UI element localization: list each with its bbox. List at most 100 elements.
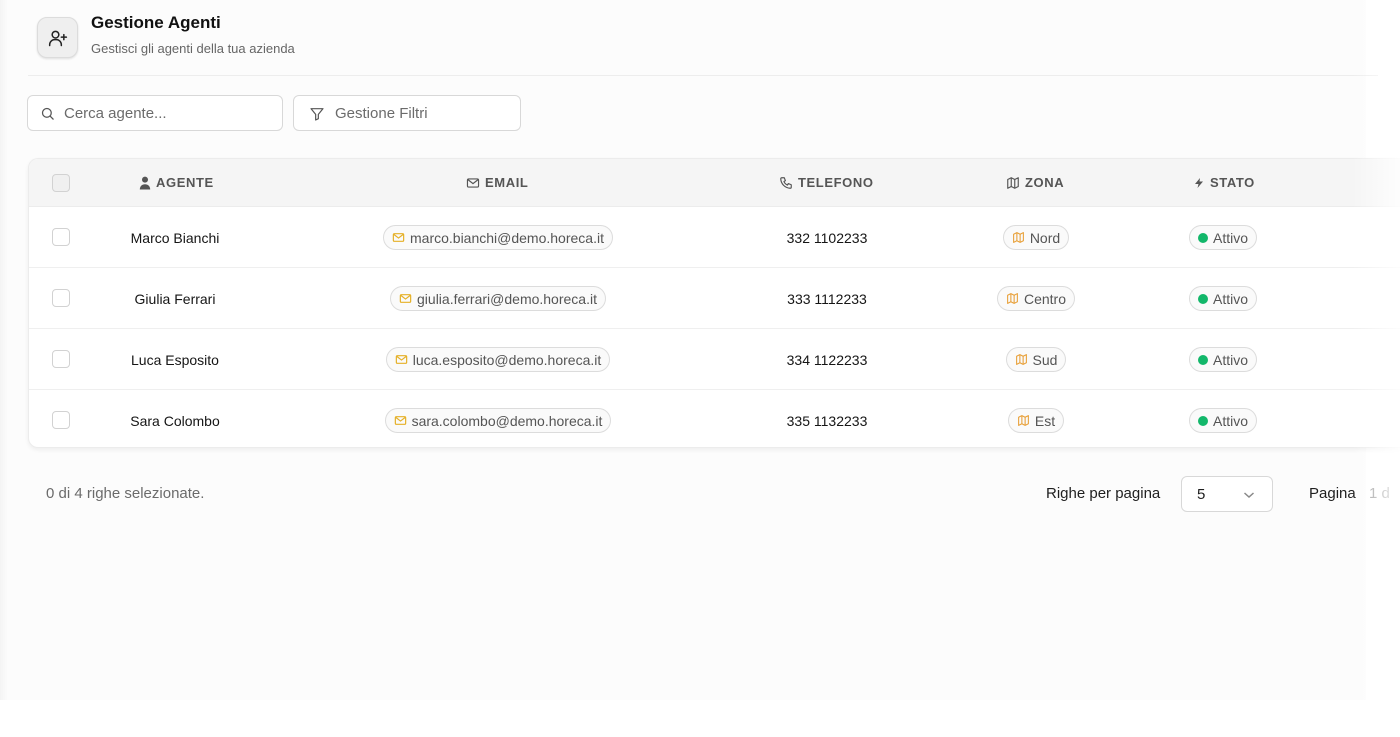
zone-badge: Centro <box>996 286 1076 311</box>
column-header-zona[interactable]: ZONA <box>1006 175 1064 190</box>
status-badge: Attivo <box>1188 347 1257 372</box>
column-header-telefono[interactable]: TELEFONO <box>779 175 874 190</box>
phone-cell: 335 1132233 <box>747 390 907 447</box>
map-icon <box>1007 176 1019 189</box>
status-cell: Attivo <box>1163 207 1283 268</box>
agent-cell: Marco Bianchi <box>95 207 255 268</box>
page-title: Gestione Agenti <box>91 13 221 32</box>
zone-cell: Nord <box>976 207 1096 268</box>
agents-table: AGENTE EMAIL TELEFONO ZONA STATO Marco B… <box>28 158 1400 448</box>
agent-cell: Giulia Ferrari <box>95 268 255 329</box>
email-cell: sara.colombo@demo.horeca.it <box>348 390 648 447</box>
agent-name: Marco Bianchi <box>130 229 220 246</box>
email-text: sara.colombo@demo.horeca.it <box>411 412 603 429</box>
table-header: AGENTE EMAIL TELEFONO ZONA STATO <box>29 159 1400 207</box>
page-number: 1 d <box>1369 485 1390 502</box>
user-plus-icon[interactable] <box>37 17 78 58</box>
table-row[interactable]: Giulia Ferrari giulia.ferrari@demo.horec… <box>29 268 1400 329</box>
status-text: Attivo <box>1212 229 1248 246</box>
column-label: STATO <box>1210 175 1255 190</box>
map-icon <box>1007 293 1018 304</box>
column-label: TELEFONO <box>798 175 874 190</box>
zone-text: Est <box>1034 412 1056 429</box>
zone-cell: Centro <box>976 268 1096 329</box>
phone-cell: 332 1102233 <box>747 207 907 268</box>
zone-badge: Nord <box>1002 225 1070 250</box>
map-icon <box>1017 415 1029 426</box>
zone-badge: Sud <box>1005 347 1067 372</box>
email-badge[interactable]: sara.colombo@demo.horeca.it <box>384 408 612 433</box>
table-row[interactable]: Luca Esposito luca.esposito@demo.horeca.… <box>29 329 1400 390</box>
status-cell: Attivo <box>1163 329 1283 390</box>
rows-per-page-select[interactable]: 5 <box>1181 476 1273 512</box>
mail-icon <box>395 355 407 364</box>
search-box <box>27 95 283 131</box>
status-badge: Attivo <box>1188 408 1257 433</box>
panel-shadow <box>0 0 8 700</box>
column-label: ZONA <box>1025 175 1065 190</box>
filter-button[interactable]: Gestione Filtri <box>293 95 521 131</box>
email-text: luca.esposito@demo.horeca.it <box>412 351 602 368</box>
mail-icon <box>466 177 480 188</box>
mail-icon <box>399 294 412 303</box>
status-dot-icon <box>1197 354 1208 365</box>
row-checkbox[interactable] <box>52 350 70 368</box>
status-dot-icon <box>1197 232 1208 243</box>
email-badge[interactable]: luca.esposito@demo.horeca.it <box>385 347 611 372</box>
phone-text: 333 1112233 <box>787 290 867 307</box>
search-input[interactable] <box>64 102 274 124</box>
zone-text: Sud <box>1032 351 1058 368</box>
status-badge: Attivo <box>1188 225 1257 250</box>
email-cell: giulia.ferrari@demo.horeca.it <box>348 268 648 329</box>
zone-text: Centro <box>1023 290 1067 307</box>
phone-cell: 334 1122233 <box>747 329 907 390</box>
status-text: Attivo <box>1212 290 1248 307</box>
email-badge[interactable]: giulia.ferrari@demo.horeca.it <box>390 286 606 311</box>
selection-count: 0 di 4 righe selezionate. <box>46 485 205 502</box>
column-header-agente[interactable]: AGENTE <box>139 175 214 190</box>
select-all-checkbox[interactable] <box>52 174 70 192</box>
row-checkbox[interactable] <box>52 411 70 429</box>
search-icon <box>41 107 54 120</box>
filter-button-label: Gestione Filtri <box>335 105 428 122</box>
zone-badge: Est <box>1007 408 1065 433</box>
mail-icon <box>392 233 405 242</box>
status-text: Attivo <box>1212 412 1248 429</box>
agent-cell: Luca Esposito <box>95 329 255 390</box>
column-label: EMAIL <box>485 175 529 190</box>
agent-cell: Sara Colombo <box>95 390 255 447</box>
page-header: Gestione Agenti Gestisci gli agenti dell… <box>28 10 1378 76</box>
email-badge[interactable]: marco.bianchi@demo.horeca.it <box>383 225 613 250</box>
phone-text: 332 1102233 <box>786 229 868 246</box>
rows-per-page-value: 5 <box>1197 486 1206 503</box>
phone-cell: 333 1112233 <box>747 268 907 329</box>
column-label: AGENTE <box>156 175 214 190</box>
user-icon <box>139 176 151 189</box>
column-header-stato[interactable]: STATO <box>1193 175 1255 190</box>
agent-name: Sara Colombo <box>130 412 220 429</box>
zap-icon <box>1195 177 1203 188</box>
agent-name: Giulia Ferrari <box>134 290 216 307</box>
status-dot-icon <box>1197 415 1208 426</box>
status-cell: Attivo <box>1163 268 1283 329</box>
email-text: giulia.ferrari@demo.horeca.it <box>417 290 597 307</box>
column-header-email[interactable]: EMAIL <box>466 175 528 190</box>
zone-cell: Sud <box>976 329 1096 390</box>
map-icon <box>1012 232 1024 243</box>
page-label: Pagina <box>1309 485 1356 502</box>
zone-cell: Est <box>976 390 1096 447</box>
chevron-down-icon <box>1244 492 1254 499</box>
email-cell: marco.bianchi@demo.horeca.it <box>348 207 648 268</box>
phone-text: 335 1132233 <box>786 412 868 429</box>
row-checkbox[interactable] <box>52 228 70 246</box>
table-row[interactable]: Sara Colombo sara.colombo@demo.horeca.it… <box>29 390 1400 447</box>
row-checkbox[interactable] <box>52 289 70 307</box>
zone-text: Nord <box>1029 229 1061 246</box>
phone-icon <box>780 176 792 189</box>
table-row[interactable]: Marco Bianchi marco.bianchi@demo.horeca.… <box>29 207 1400 268</box>
rows-per-page-label: Righe per pagina <box>1046 485 1161 502</box>
status-dot-icon <box>1197 293 1208 304</box>
status-text: Attivo <box>1212 351 1248 368</box>
email-text: marco.bianchi@demo.horeca.it <box>410 229 604 246</box>
email-cell: luca.esposito@demo.horeca.it <box>348 329 648 390</box>
